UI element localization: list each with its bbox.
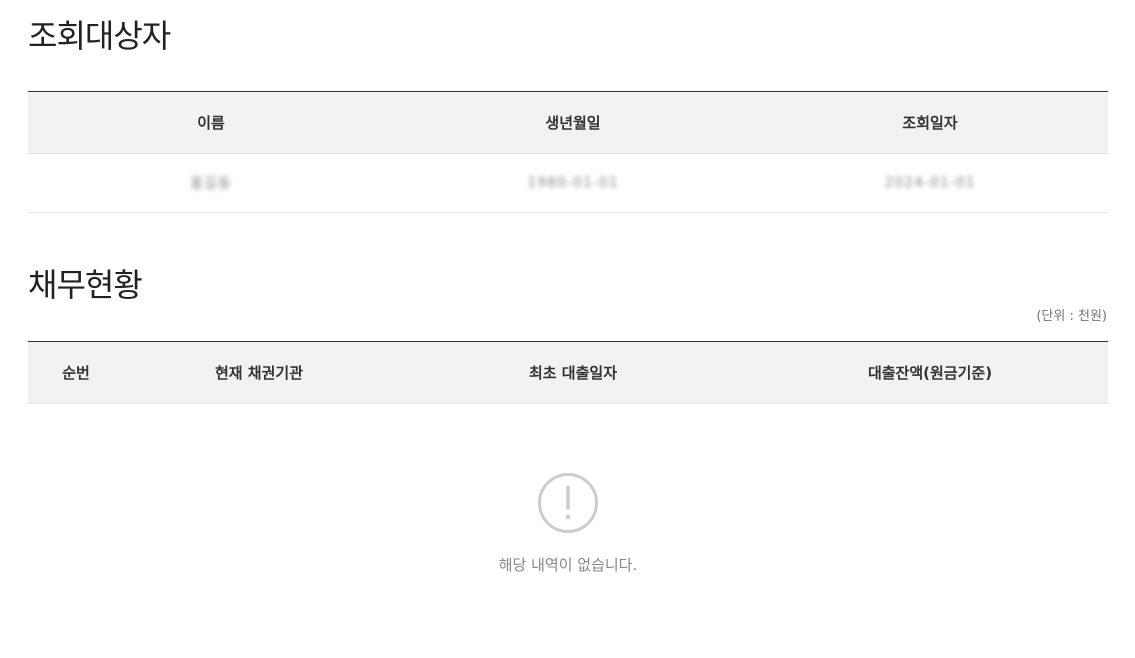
header-name: 이름 [197,114,225,132]
alert-circle-icon [538,473,598,533]
header-seq: 순번 [62,364,90,382]
debt-section-title: 채무현황 [28,266,143,304]
empty-state: 해당 내역이 없습니다. [28,472,1108,575]
header-current-creditor: 현재 채권기관 [214,364,304,382]
subject-section-title: 조회대상자 [28,17,171,55]
header-inquiry-date: 조회일자 [902,114,958,132]
inquiry-date-value: 2024-01-01 [884,175,976,191]
header-loan-balance: 대출잔액(원금기준) [867,364,993,382]
table-row: 홍길동 1980-01-01 2024-01-01 [28,154,1108,213]
name-value: 홍길동 [190,176,232,192]
birthdate-value: 1980-01-01 [527,175,619,191]
debt-table: 순번 현재 채권기관 최초 대출일자 대출잔액(원금기준) [28,341,1108,404]
header-first-loan-date: 최초 대출일자 [528,364,618,382]
cell-inquiry-date: 2024-01-01 [752,175,1108,191]
cell-name: 홍길동 [28,173,394,193]
cell-birthdate: 1980-01-01 [394,175,752,191]
debt-table-header: 순번 현재 채권기관 최초 대출일자 대출잔액(원금기준) [28,342,1108,404]
empty-message: 해당 내역이 없습니다. [498,556,638,574]
subject-table-header: 이름 생년월일 조회일자 [28,92,1108,154]
subject-table: 이름 생년월일 조회일자 홍길동 1980-01-01 2024-01-01 [28,91,1108,213]
unit-note: (단위 : 천원) [1036,309,1107,324]
header-birthdate: 생년월일 [545,114,601,132]
